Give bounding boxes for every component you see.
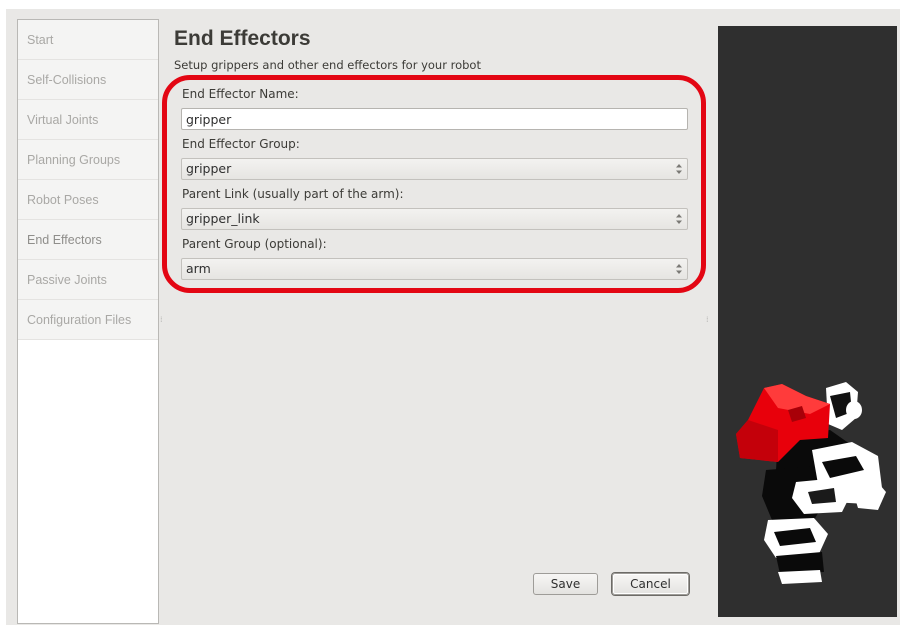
sidebar-item-virtual-joints[interactable]: Virtual Joints: [18, 100, 158, 140]
end-effector-name-label: End Effector Name:: [182, 87, 299, 101]
save-button[interactable]: Save: [533, 573, 598, 595]
spin-arrows-icon: [676, 264, 682, 274]
spin-arrows-icon: [676, 214, 682, 224]
cancel-button[interactable]: Cancel: [612, 573, 689, 595]
parent-link-select[interactable]: gripper_link: [181, 208, 688, 230]
parent-group-select[interactable]: arm: [181, 258, 688, 280]
sidebar-nav: Start Self-Collisions Virtual Joints Pla…: [17, 19, 159, 624]
sidebar-item-start[interactable]: Start: [18, 20, 158, 60]
robot-3d-viewport[interactable]: [718, 26, 897, 617]
robot-model: [736, 382, 886, 584]
parent-link-value: gripper_link: [186, 211, 260, 226]
page-subtitle: Setup grippers and other end effectors f…: [174, 58, 481, 72]
end-effector-group-select[interactable]: gripper: [181, 158, 688, 180]
parent-group-value: arm: [186, 261, 211, 276]
sidebar-item-planning-groups[interactable]: Planning Groups: [18, 140, 158, 180]
sidebar-item-self-collisions[interactable]: Self-Collisions: [18, 60, 158, 100]
parent-link-label: Parent Link (usually part of the arm):: [182, 187, 404, 201]
end-effector-group-value: gripper: [186, 161, 232, 176]
spin-arrows-icon: [676, 164, 682, 174]
sidebar-item-passive-joints[interactable]: Passive Joints: [18, 260, 158, 300]
end-effector-group-label: End Effector Group:: [182, 137, 300, 151]
right-splitter-handle[interactable]: ⁞: [706, 316, 709, 324]
sidebar-item-robot-poses[interactable]: Robot Poses: [18, 180, 158, 220]
end-effector-name-input[interactable]: [181, 108, 688, 130]
page-title: End Effectors: [174, 27, 311, 50]
left-splitter-handle[interactable]: ⁞: [160, 316, 163, 324]
sidebar-item-configuration-files[interactable]: Configuration Files: [18, 300, 158, 340]
sidebar-item-end-effectors[interactable]: End Effectors: [18, 220, 158, 260]
parent-group-label: Parent Group (optional):: [182, 237, 327, 251]
